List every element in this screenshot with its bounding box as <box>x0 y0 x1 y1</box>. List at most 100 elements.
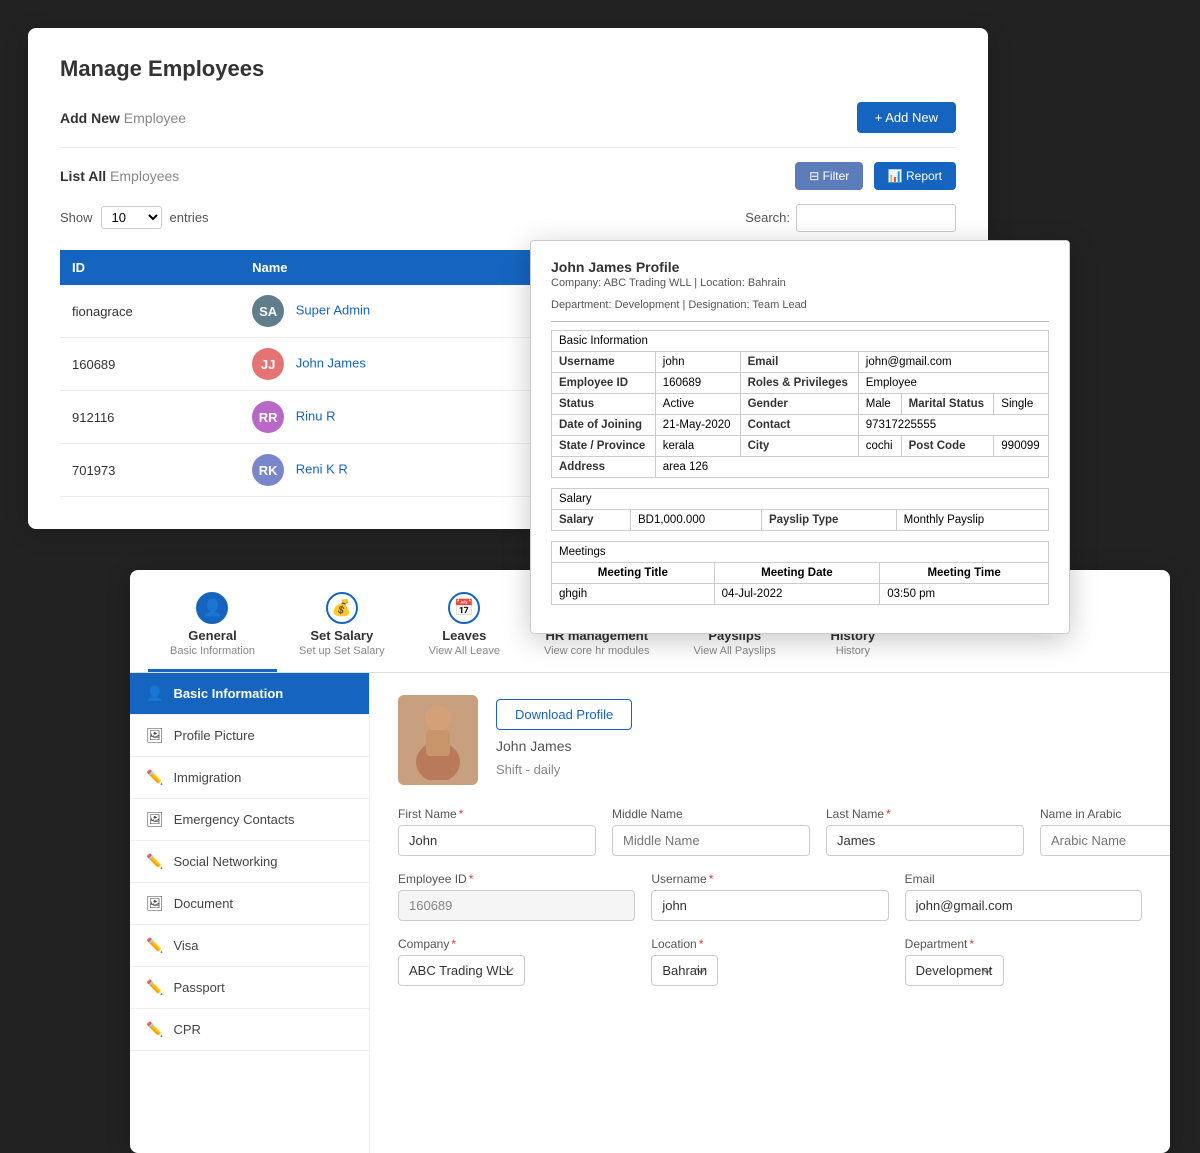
sidebar-icon-cpr: ✏️ <box>146 1021 163 1038</box>
arabic-name-input[interactable] <box>1040 825 1170 856</box>
company-label: Company* <box>398 937 635 951</box>
first-name-label: First Name* <box>398 807 596 821</box>
employee-id-input[interactable] <box>398 890 635 921</box>
nav-tab-general[interactable]: 👤 General Basic Information <box>148 584 277 672</box>
emp-id-label: Employee ID* <box>398 872 635 886</box>
nav-tab-sub-leaves: View All Leave <box>429 645 500 657</box>
meeting-title-col: Meeting Title <box>552 563 715 584</box>
sidebar-item-emergency-contacts[interactable]: 🖼 Emergency Contacts <box>130 799 369 841</box>
search-label: Search: <box>745 204 790 232</box>
empid-val: 160689 <box>655 373 740 394</box>
show-entries-row: Show 10 25 50 entries <box>60 206 209 229</box>
sidebar-item-passport[interactable]: ✏️ Passport <box>130 967 369 1009</box>
sidebar-icon-basic-info: 👤 <box>146 685 163 702</box>
email-input[interactable] <box>905 890 1142 921</box>
salary-table: Salary Salary BD1,000.000 Payslip Type M… <box>551 488 1049 531</box>
entries-label: entries <box>170 210 209 225</box>
meeting-date-val: 04-Jul-2022 <box>714 584 880 605</box>
employee-name-link[interactable]: Reni K R <box>296 461 348 476</box>
middle-name-input[interactable] <box>612 825 810 856</box>
form-row-name: First Name* Middle Name Last Name* Name … <box>398 807 1142 856</box>
employee-name-link[interactable]: John James <box>296 355 366 370</box>
nav-tab-title-general: General <box>188 628 236 643</box>
sidebar-label-immigration: Immigration <box>173 770 241 785</box>
gender-val: Male <box>858 394 901 415</box>
search-row: Search: <box>745 204 956 232</box>
postcode-val: 990099 <box>994 436 1049 457</box>
department-select-wrapper: Development <box>905 955 1142 986</box>
sidebar-item-immigration[interactable]: ✏️ Immigration <box>130 757 369 799</box>
company-select[interactable]: ABC Trading WLL <box>398 955 525 986</box>
search-input[interactable] <box>796 204 956 232</box>
email-label: Email <box>905 872 1142 886</box>
sidebar-label-basic-info: Basic Information <box>173 686 283 701</box>
sidebar-item-cpr[interactable]: ✏️ CPR <box>130 1009 369 1051</box>
sidebar-label-passport: Passport <box>173 980 224 995</box>
company-select-wrapper: ABC Trading WLL <box>398 955 635 986</box>
nav-tab-sub-history: History <box>836 645 870 657</box>
sidebar-icon-visa: ✏️ <box>146 937 163 954</box>
department-select[interactable]: Development <box>905 955 1004 986</box>
col-name: Name <box>240 250 542 285</box>
basic-info-header: Basic Information <box>552 331 1049 352</box>
sidebar-item-profile-picture[interactable]: 🖼 Profile Picture <box>130 715 369 757</box>
salary-val: BD1,000.000 <box>630 510 761 531</box>
add-employee-row: Add New Employee + Add New <box>60 102 956 148</box>
cell-id: 160689 <box>60 338 240 391</box>
profile-popup: John James Profile Company: ABC Trading … <box>530 240 1070 634</box>
employee-name-link[interactable]: Super Admin <box>296 302 370 317</box>
nav-tab-icon-general: 👤 <box>196 592 228 624</box>
meeting-date-col: Meeting Date <box>714 563 880 584</box>
entries-select[interactable]: 10 25 50 <box>101 206 162 229</box>
sidebar-icon-profile-picture: 🖼 <box>146 727 164 744</box>
city-val: cochi <box>858 436 901 457</box>
arabic-name-label: Name in Arabic <box>1040 807 1170 821</box>
status-val: Active <box>655 394 740 415</box>
download-profile-button[interactable]: Download Profile <box>496 699 632 730</box>
contact-val: 97317225555 <box>858 415 1048 436</box>
sidebar-item-social-networking[interactable]: ✏️ Social Networking <box>130 841 369 883</box>
employee-photo <box>398 695 478 785</box>
username-input[interactable] <box>651 890 888 921</box>
sidebar-item-visa[interactable]: ✏️ Visa <box>130 925 369 967</box>
add-label: Add New Employee <box>60 110 186 126</box>
marital-label: Marital Status <box>901 394 994 415</box>
meetings-header: Meetings <box>552 542 1049 563</box>
sidebar-item-basic-info[interactable]: 👤 Basic Information <box>130 673 369 715</box>
payslip-label: Payslip Type <box>761 510 896 531</box>
cell-name: SA Super Admin <box>240 285 542 338</box>
roles-val: Employee <box>858 373 1048 394</box>
nav-tab-salary[interactable]: 💰 Set Salary Set up Set Salary <box>277 584 407 672</box>
payslip-val: Monthly Payslip <box>896 510 1048 531</box>
postcode-label: Post Code <box>901 436 994 457</box>
employee-name-link[interactable]: Rinu R <box>296 408 336 423</box>
location-group: Location* Bahrain <box>651 937 888 986</box>
report-button[interactable]: 📊 Report <box>874 162 956 190</box>
filter-button[interactable]: ⊟ Filter <box>795 162 863 190</box>
cell-name: RK Reni K R <box>240 444 542 497</box>
nav-tab-sub-payslips: View All Payslips <box>694 645 776 657</box>
sidebar-icon-document: 🖼 <box>146 895 164 912</box>
salary-header: Salary <box>552 489 1049 510</box>
nav-tab-title-leaves: Leaves <box>442 628 486 643</box>
employee-id-group: Employee ID* <box>398 872 635 921</box>
address-label: Address <box>552 457 656 478</box>
add-new-button[interactable]: + Add New <box>857 102 956 133</box>
sidebar-item-document[interactable]: 🖼 Document <box>130 883 369 925</box>
sidebar-label-document: Document <box>174 896 233 911</box>
state-val: kerala <box>655 436 740 457</box>
first-name-input[interactable] <box>398 825 596 856</box>
last-name-input[interactable] <box>826 825 1024 856</box>
company-group: Company* ABC Trading WLL <box>398 937 635 986</box>
username-val: john <box>655 352 740 373</box>
location-select[interactable]: Bahrain <box>651 955 718 986</box>
cell-name: RR Rinu R <box>240 391 542 444</box>
marital-val: Single <box>994 394 1049 415</box>
sidebar-icon-emergency-contacts: 🖼 <box>146 811 164 828</box>
status-label: Status <box>552 394 656 415</box>
sidebar-label-cpr: CPR <box>173 1022 200 1037</box>
location-select-wrapper: Bahrain <box>651 955 888 986</box>
sidebar-label-visa: Visa <box>173 938 198 953</box>
nav-tab-leaves[interactable]: 📅 Leaves View All Leave <box>407 584 522 672</box>
detail-main: Download Profile John James Shift - dail… <box>370 673 1170 1153</box>
